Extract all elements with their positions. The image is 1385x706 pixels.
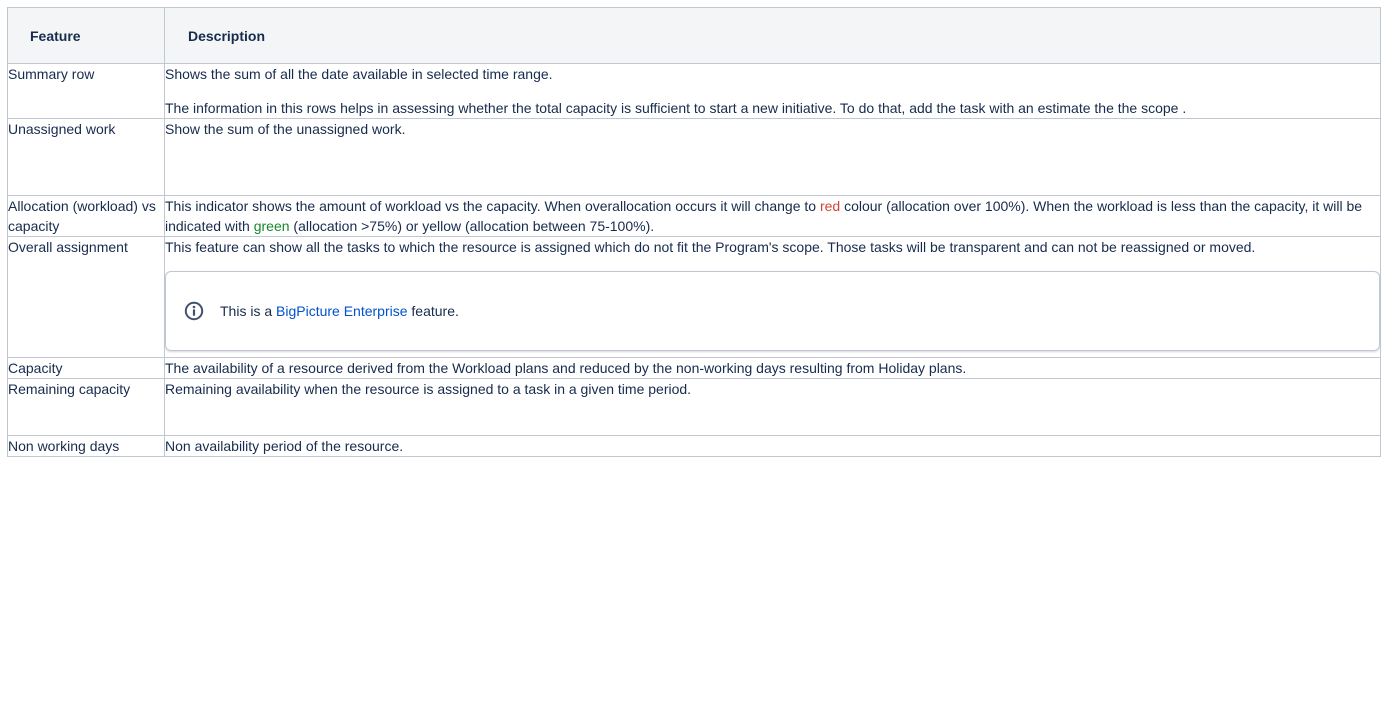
table-row: Allocation (workload) vs capacity This i… <box>7 195 1381 237</box>
column-header-feature: Feature <box>7 7 165 64</box>
description-cell: This indicator shows the amount of workl… <box>164 195 1381 237</box>
description-cell: This feature can show all the tasks to w… <box>164 236 1381 358</box>
description-paragraph: Show the sum of the unassigned work. <box>165 121 406 137</box>
feature-cell: Unassigned work <box>7 118 165 196</box>
description-paragraph: Non availability period of the resource. <box>165 438 404 454</box>
table-row: Non working days Non availability period… <box>7 435 1381 457</box>
table-row: Summary row Shows the sum of all the dat… <box>7 63 1381 119</box>
table-row: Remaining capacity Remaining availabilit… <box>7 378 1381 436</box>
table-header-row: Feature Description <box>7 7 1381 64</box>
description-paragraph: Remaining availability when the resource… <box>165 381 692 397</box>
table-row: Overall assignment This feature can show… <box>7 236 1381 358</box>
feature-cell: Capacity <box>7 357 165 379</box>
feature-cell: Allocation (workload) vs capacity <box>7 195 165 237</box>
description-cell: Non availability period of the resource. <box>164 435 1381 457</box>
info-panel: This is a BigPicture Enterprise feature. <box>165 271 1380 351</box>
description-cell: Shows the sum of all the date available … <box>164 63 1381 119</box>
table-row: Capacity The availability of a resource … <box>7 357 1381 379</box>
description-cell: Show the sum of the unassigned work. <box>164 118 1381 196</box>
description-paragraph: The availability of a resource derived f… <box>165 360 967 376</box>
info-circle-icon <box>184 301 204 321</box>
info-panel-text: This is a BigPicture Enterprise feature. <box>220 301 459 321</box>
feature-cell: Non working days <box>7 435 165 457</box>
red-colored-word: red <box>819 198 841 214</box>
info-text-prefix: This is a <box>220 303 277 319</box>
description-paragraph: This indicator shows the amount of workl… <box>165 196 1380 236</box>
description-paragraph: Shows the sum of all the date available … <box>165 66 553 82</box>
description-text: (allocation >75%) or yellow (allocation … <box>289 218 655 234</box>
feature-cell: Remaining capacity <box>7 378 165 436</box>
description-paragraph: The information in this rows helps in as… <box>165 100 1187 116</box>
description-cell: Remaining availability when the resource… <box>164 378 1381 436</box>
feature-cell: Overall assignment <box>7 236 165 358</box>
green-colored-word: green <box>253 218 290 234</box>
description-paragraph: This feature can show all the tasks to w… <box>165 239 1256 255</box>
info-text-suffix: feature. <box>407 303 459 319</box>
feature-cell: Summary row <box>7 63 165 119</box>
description-cell: The availability of a resource derived f… <box>164 357 1381 379</box>
table-row: Unassigned work Show the sum of the unas… <box>7 118 1381 196</box>
description-text: This indicator shows the amount of workl… <box>165 198 820 214</box>
column-header-description: Description <box>164 7 1381 64</box>
feature-description-table: Feature Description Summary row Shows th… <box>7 7 1381 457</box>
bigpicture-enterprise-link[interactable]: BigPicture Enterprise <box>276 303 408 319</box>
